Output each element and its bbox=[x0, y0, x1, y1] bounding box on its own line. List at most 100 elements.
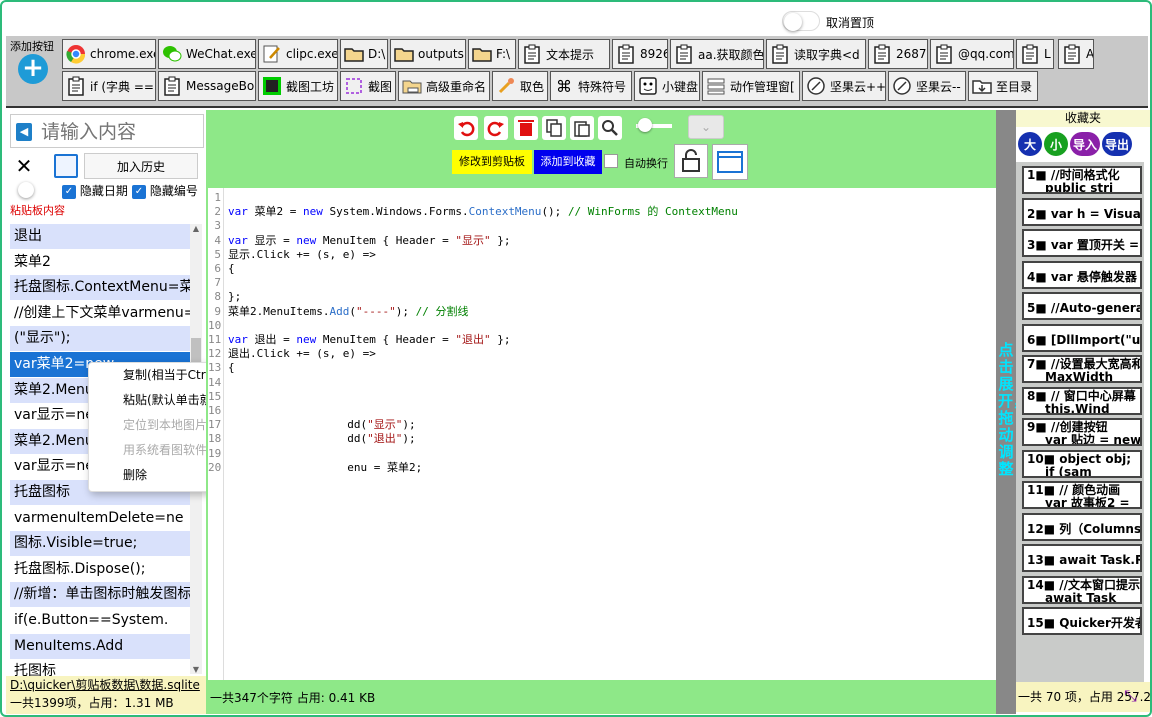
shortcut-label: clipc.exe bbox=[286, 47, 338, 61]
trash-icon[interactable] bbox=[514, 116, 538, 140]
redo-icon[interactable] bbox=[484, 116, 508, 140]
favorite-item[interactable]: 4■ var 悬停触发器 = bbox=[1022, 260, 1142, 289]
clipboard-item[interactable]: //创建上下文菜单varmenu= bbox=[10, 301, 190, 326]
hide-number-label: 隐藏编号 bbox=[149, 184, 198, 198]
favorite-item[interactable]: 13■ await Task.Ru bbox=[1022, 544, 1142, 572]
favorite-item[interactable]: 8■ // 窗口中心屏幕 this.Wind bbox=[1022, 386, 1142, 415]
minimize-button[interactable]: 最小化 bbox=[1044, 9, 1102, 33]
shortcut-button[interactable]: F:\ bbox=[468, 39, 516, 69]
search-input[interactable] bbox=[41, 119, 201, 145]
checkbox-checked-icon: ✓ bbox=[62, 184, 76, 199]
hide-number-option[interactable]: ✓ 隐藏编号 bbox=[132, 182, 198, 199]
add-history-button[interactable]: 加入历史 bbox=[84, 153, 198, 179]
shortcut-button[interactable]: 文本提示 bbox=[518, 39, 610, 69]
favorite-item[interactable]: 2■ var h = VisualT bbox=[1022, 197, 1142, 226]
favorite-item[interactable]: 5■ //Auto-genera bbox=[1022, 292, 1142, 320]
shortcut-label: A bbox=[1086, 47, 1094, 61]
shortcut-button[interactable]: MessageBo bbox=[158, 71, 256, 101]
size-large-button[interactable]: 大 bbox=[958, 9, 992, 33]
shortcut-button[interactable]: 高级重命名 bbox=[398, 71, 490, 101]
import-button[interactable]: 导入 bbox=[1070, 132, 1100, 156]
db-path-link[interactable]: D:\quicker\剪贴板数据\数据.sqlite bbox=[6, 676, 206, 694]
shortcut-button[interactable]: 至目录 bbox=[968, 71, 1038, 101]
copy-icon[interactable] bbox=[542, 116, 566, 140]
window-icon[interactable] bbox=[712, 144, 748, 180]
size-medium-button[interactable]: 中 bbox=[922, 9, 956, 33]
shortcut-button[interactable]: 动作管理窗[ bbox=[702, 71, 800, 101]
favorite-item[interactable]: 6■ [DllImport("us bbox=[1022, 323, 1142, 352]
search-icon[interactable] bbox=[598, 116, 622, 140]
favorite-item[interactable]: 10■ object obj; if (sam bbox=[1022, 449, 1142, 478]
shortcut-button[interactable]: if (字典 == bbox=[62, 71, 156, 101]
shortcut-button[interactable]: WeChat.exe bbox=[158, 39, 256, 69]
clipboard-item[interactable]: 图标.Visible=true; bbox=[10, 531, 190, 557]
settings-button[interactable]: 设置 bbox=[994, 9, 1042, 33]
shortcut-button[interactable]: 2687 bbox=[868, 39, 928, 69]
back-arrow-icon[interactable]: ◀ bbox=[16, 123, 32, 141]
paste-icon[interactable] bbox=[570, 116, 594, 140]
add-favorite-button[interactable]: 添加到收藏 bbox=[534, 150, 602, 174]
screenshot-tool-icon bbox=[261, 75, 283, 97]
fav-large-button[interactable]: 大 bbox=[1018, 132, 1042, 156]
favorite-item[interactable]: 1■ //时间格式化 public stri bbox=[1022, 166, 1142, 194]
clipboard-item[interactable]: 退出 bbox=[10, 224, 190, 249]
lock-icon[interactable] bbox=[674, 144, 708, 178]
shortcut-button[interactable]: 小键盘 bbox=[634, 71, 700, 101]
export-button[interactable]: 导出 bbox=[1102, 132, 1132, 156]
paste-icon[interactable] bbox=[54, 154, 78, 178]
line-number: 1 bbox=[214, 191, 221, 204]
shortcut-button[interactable]: @qq.com bbox=[930, 39, 1014, 69]
clipboard-item[interactable]: MenuItems.Add bbox=[10, 633, 190, 659]
clipboard-item[interactable]: ("显示"); bbox=[10, 326, 190, 352]
shortcut-button[interactable]: L bbox=[1016, 39, 1054, 69]
clipboard-item[interactable]: if(e.Button==System. bbox=[10, 608, 190, 633]
editor-toggle[interactable] bbox=[636, 118, 672, 132]
hide-date-label: 隐藏日期 bbox=[79, 184, 128, 198]
fav-small-button[interactable]: 小 bbox=[1044, 132, 1068, 156]
close-button[interactable]: 关闭 bbox=[1102, 9, 1148, 33]
left-toggle[interactable] bbox=[14, 182, 48, 198]
add-button[interactable]: + bbox=[18, 54, 48, 84]
favorite-item[interactable]: 15■ Quicker开发者 bbox=[1022, 607, 1142, 635]
favorite-item[interactable]: 11■ // 颜色动画 var 故事板2 = bbox=[1022, 481, 1142, 509]
shortcut-button[interactable]: aa.获取颜色 bbox=[670, 39, 764, 69]
line-number: 12 bbox=[208, 347, 222, 361]
favorite-item[interactable]: 3■ var 置顶开关 = ( bbox=[1022, 229, 1142, 257]
shortcut-button[interactable]: 坚果云++ bbox=[802, 71, 886, 101]
hide-date-option[interactable]: ✓ 隐藏日期 bbox=[62, 182, 128, 199]
resize-arrows-icon[interactable]: ⤡ bbox=[1124, 686, 1137, 706]
shortcut-button[interactable]: 截图工坊 bbox=[258, 71, 338, 101]
favorite-text: 8■ // 窗口中心屏幕 bbox=[1027, 388, 1136, 403]
favorite-item[interactable]: 14■ //文本窗口提示 await Task bbox=[1022, 575, 1142, 604]
shortcut-button[interactable]: clipc.exe bbox=[258, 39, 338, 69]
clipboard-item[interactable]: //新增：单击图标时触发图标 bbox=[10, 582, 190, 608]
shortcut-button[interactable]: A bbox=[1058, 39, 1094, 69]
undo-icon[interactable] bbox=[454, 116, 478, 140]
add-button-label: 添加按钮 bbox=[10, 40, 54, 53]
shortcut-button[interactable]: 坚果云-- bbox=[888, 71, 966, 101]
shortcut-button[interactable]: 取色 bbox=[492, 71, 548, 101]
size-small-button[interactable]: 小 bbox=[886, 9, 920, 33]
pin-toggle[interactable] bbox=[782, 11, 820, 31]
favorite-text: 4■ var 悬停触发器 = bbox=[1027, 269, 1142, 284]
shortcut-button[interactable]: 读取字典<d bbox=[766, 39, 866, 69]
shortcut-button[interactable]: 89268 bbox=[612, 39, 668, 69]
clipboard-item[interactable]: 托盘图标.Dispose(); bbox=[10, 557, 190, 582]
favorite-item[interactable]: 12■ 列（Columns) bbox=[1022, 512, 1142, 541]
code-editor[interactable]: 1 2 3 4 5 6 7 8 9 10 11 12 13 14 15 16 17 18 19 20 var 菜单2 … bbox=[208, 188, 996, 680]
dropdown-chevron-icon[interactable]: ⌄ bbox=[688, 115, 724, 139]
clipboard-item[interactable]: varmenuItemDelete=ne bbox=[10, 506, 190, 531]
favorite-item[interactable]: 7■ //设置最大宽高和 MaxWidth bbox=[1022, 355, 1142, 383]
modify-clipboard-button[interactable]: 修改到剪贴板 bbox=[452, 150, 532, 174]
clipboard-item[interactable]: 托盘图标.ContextMenu=菜 bbox=[10, 275, 190, 301]
autowrap-checkbox[interactable] bbox=[604, 154, 618, 168]
shortcut-button[interactable]: chrome.exe bbox=[62, 39, 156, 69]
shortcut-button[interactable]: outputs bbox=[390, 39, 466, 69]
shortcut-button[interactable]: ⌘ 特殊符号 bbox=[550, 71, 632, 101]
favorite-item[interactable]: 9■ //创建按钮 var 贴边 = new bbox=[1022, 418, 1142, 446]
clipboard-item[interactable]: 菜单2 bbox=[10, 250, 190, 275]
clear-icon[interactable]: ✕ bbox=[12, 154, 36, 178]
line-number: 14 bbox=[208, 375, 222, 389]
shortcut-button[interactable]: 截图 bbox=[340, 71, 396, 101]
shortcut-button[interactable]: D:\ bbox=[340, 39, 388, 69]
